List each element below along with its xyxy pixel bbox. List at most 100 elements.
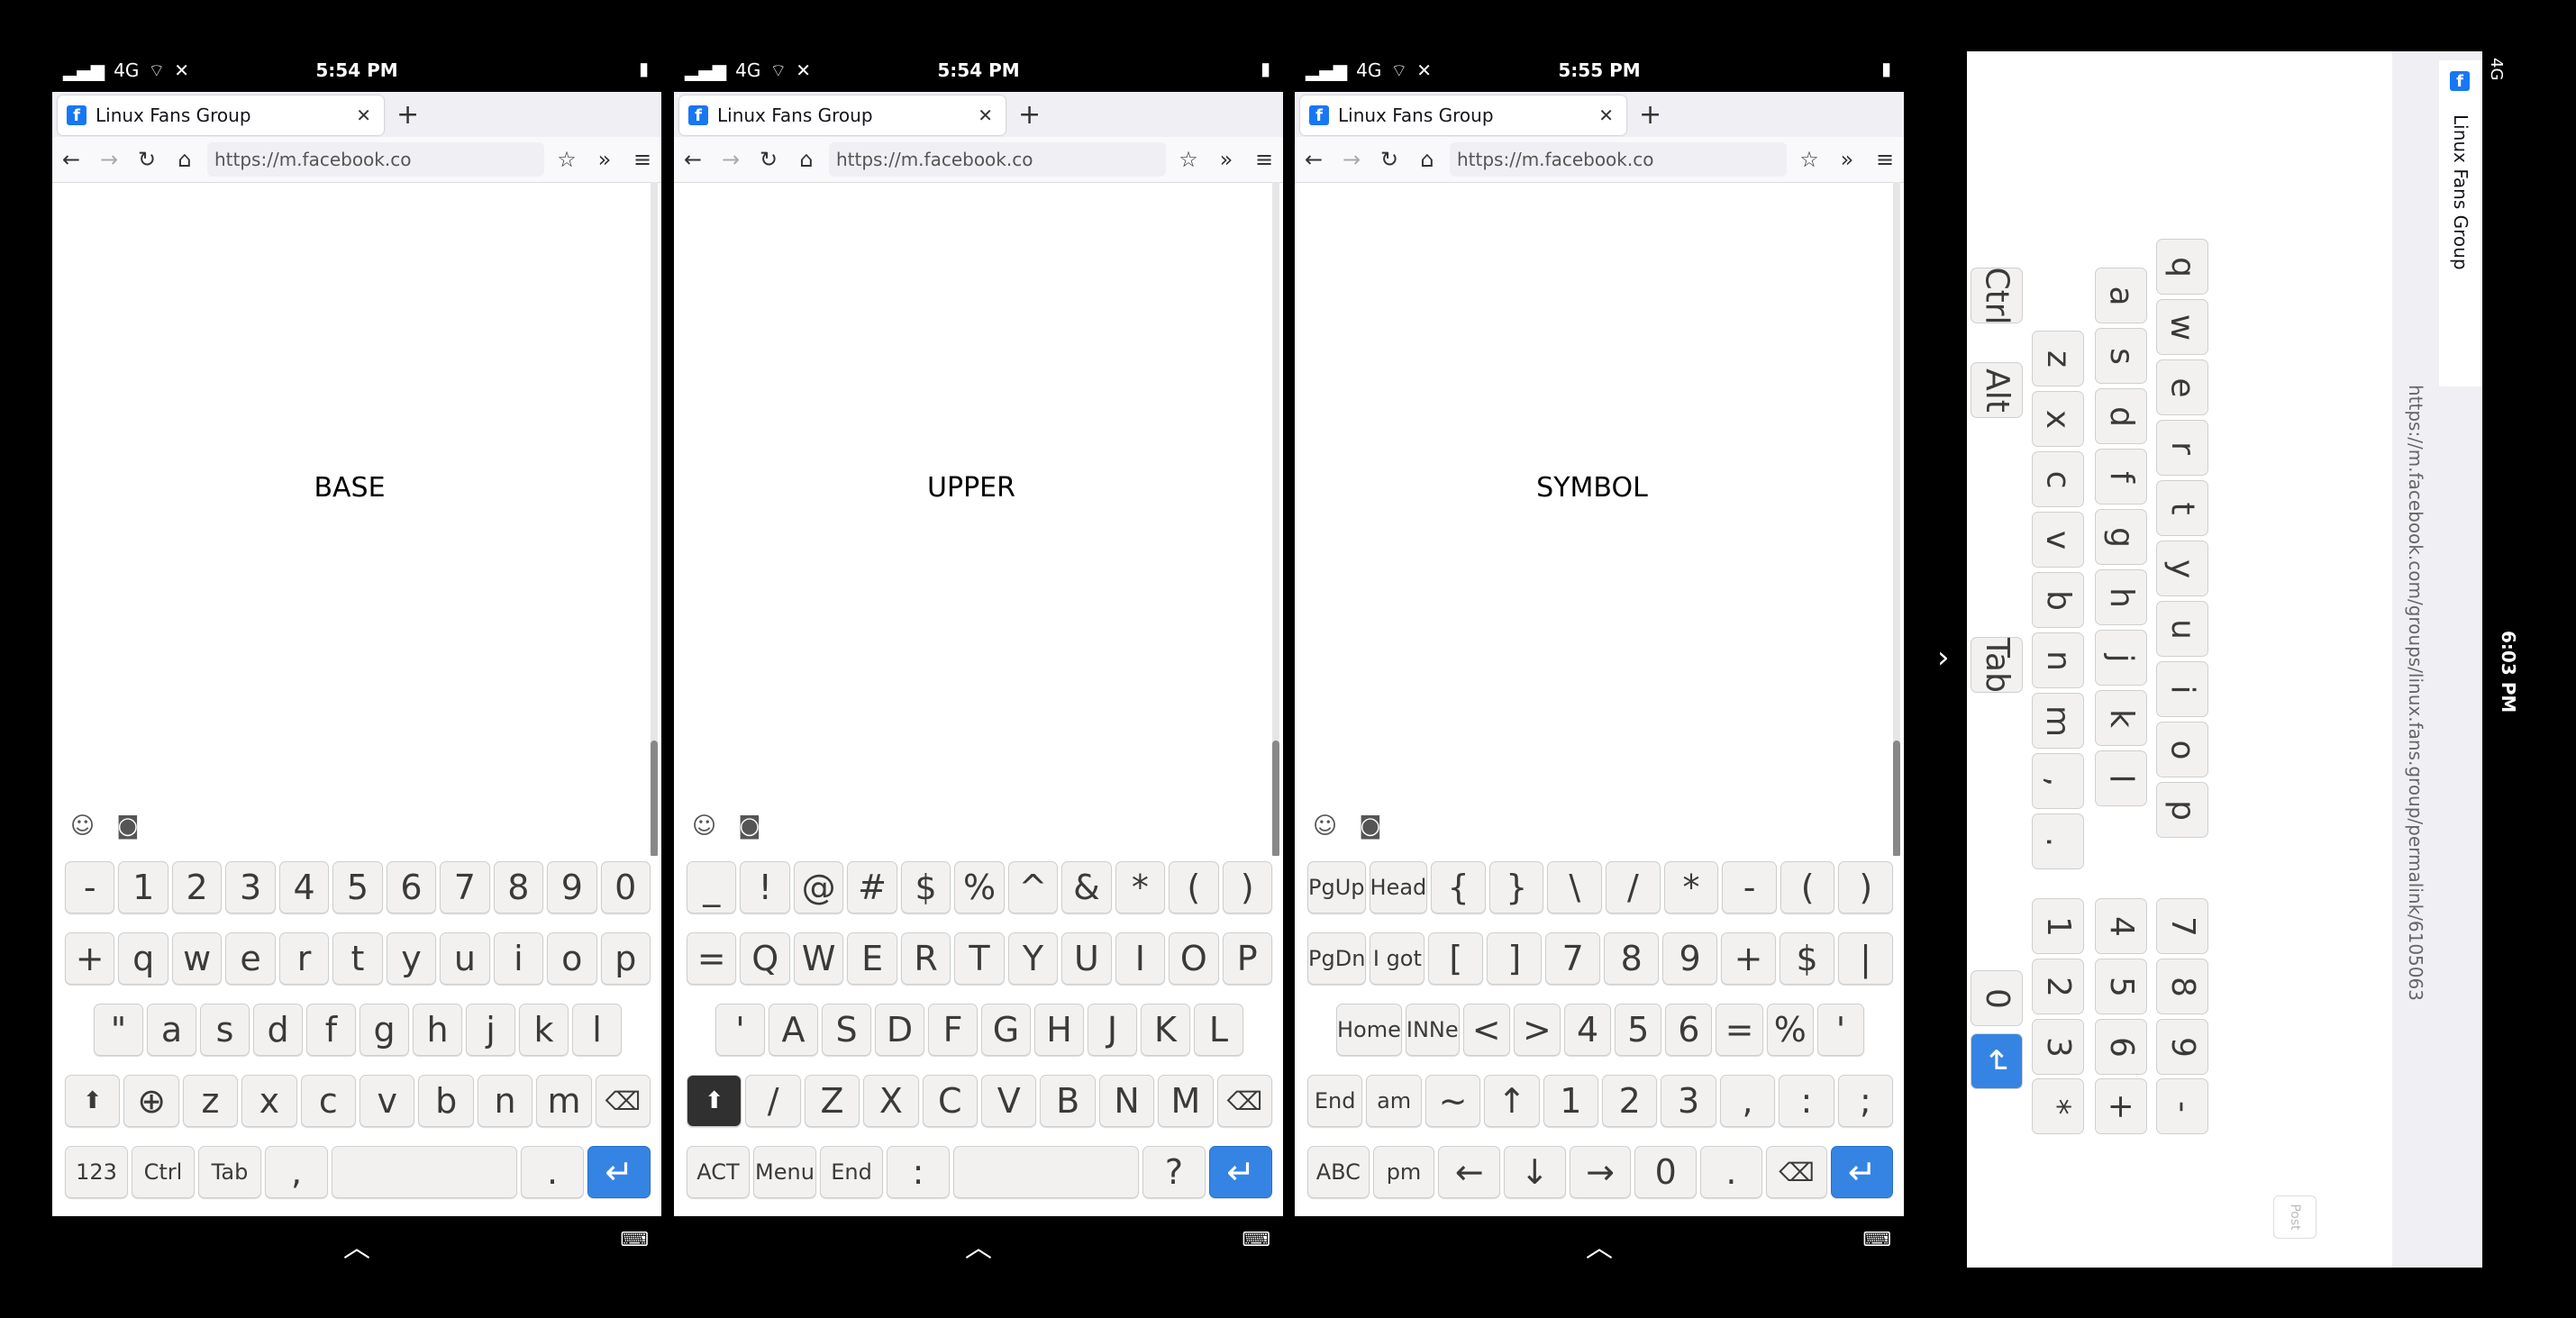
- key-3[interactable]: 3: [1661, 1075, 1716, 1127]
- bookmark-star-icon[interactable]: ☆: [548, 147, 586, 172]
- forward-icon[interactable]: →: [1333, 147, 1370, 172]
- key-([interactable]: (: [1780, 861, 1835, 914]
- key--[interactable]: -: [1722, 861, 1777, 914]
- key-I[interactable]: I: [1115, 932, 1166, 985]
- key-E[interactable]: E: [847, 932, 897, 985]
- key-'[interactable]: ': [1816, 1004, 1864, 1056]
- key-.[interactable]: .: [1700, 1146, 1762, 1198]
- key-l[interactable]: l: [572, 1004, 622, 1056]
- key-/[interactable]: /: [1606, 861, 1661, 914]
- key-j[interactable]: j: [466, 1004, 515, 1056]
- key-{[interactable]: {: [1431, 861, 1486, 914]
- shift-key[interactable]: ⬆: [687, 1075, 742, 1127]
- rotated-key-a[interactable]: a: [2095, 268, 2147, 323]
- key-1[interactable]: 1: [118, 861, 168, 914]
- rotated-key-i[interactable]: i: [2156, 661, 2208, 717]
- key-:[interactable]: :: [887, 1146, 950, 1198]
- key-)[interactable]: ): [1838, 861, 1894, 914]
- key-$[interactable]: $: [1780, 932, 1835, 985]
- key-x[interactable]: x: [241, 1075, 297, 1127]
- camera-icon[interactable]: ◙: [738, 813, 760, 840]
- key-k[interactable]: k: [519, 1004, 569, 1056]
- key-'[interactable]: ': [715, 1004, 765, 1056]
- key-Z[interactable]: Z: [804, 1075, 860, 1127]
- rotated-key-3[interactable]: 3: [2032, 1019, 2084, 1075]
- key-z[interactable]: z: [182, 1075, 239, 1127]
- rotated-key-u[interactable]: u: [2156, 601, 2208, 657]
- key-B[interactable]: B: [1040, 1075, 1096, 1127]
- url-bar[interactable]: https://m.facebook.co: [207, 142, 544, 177]
- rotated-key-z[interactable]: z: [2032, 331, 2084, 386]
- key-←[interactable]: ←: [1438, 1146, 1501, 1198]
- emoji-icon[interactable]: ☺: [1313, 813, 1337, 840]
- key-&[interactable]: &: [1061, 861, 1112, 914]
- key-ACT[interactable]: ACT: [687, 1146, 750, 1198]
- key-End[interactable]: End: [1307, 1075, 1363, 1127]
- key-M[interactable]: M: [1158, 1075, 1214, 1127]
- rotated-key-c[interactable]: c: [2032, 451, 2084, 507]
- key-w[interactable]: w: [171, 932, 223, 985]
- rotated-key-7[interactable]: 7: [2156, 898, 2208, 954]
- rotated-key-d[interactable]: d: [2095, 388, 2147, 444]
- new-tab-icon[interactable]: +: [1018, 99, 1041, 131]
- key-n[interactable]: n: [477, 1075, 533, 1127]
- key-Tab[interactable]: Tab: [198, 1146, 261, 1198]
- camera-icon[interactable]: ◙: [1359, 813, 1381, 840]
- rotated-key-s[interactable]: s: [2095, 328, 2147, 384]
- backspace-key[interactable]: ⌫: [595, 1075, 651, 1127]
- rotated-key-9[interactable]: 9: [2156, 1019, 2208, 1075]
- key-=[interactable]: =: [687, 932, 737, 985]
- key-t[interactable]: t: [332, 932, 383, 985]
- overflow-chevron-icon[interactable]: »: [586, 147, 624, 172]
- key-~[interactable]: ~: [1425, 1075, 1481, 1127]
- key-I got[interactable]: I got: [1370, 932, 1425, 985]
- key-g[interactable]: g: [360, 1004, 409, 1056]
- key-G[interactable]: G: [981, 1004, 1031, 1056]
- key-d[interactable]: d: [253, 1004, 303, 1056]
- url-bar[interactable]: https://m.facebook.co: [1450, 142, 1787, 177]
- rotated-key-1[interactable]: 1: [2032, 898, 2084, 954]
- key-K[interactable]: K: [1141, 1004, 1190, 1056]
- forward-icon[interactable]: →: [90, 147, 128, 172]
- key-8[interactable]: 8: [1604, 932, 1660, 985]
- key-h[interactable]: h: [413, 1004, 462, 1056]
- key->[interactable]: >: [1513, 1004, 1561, 1056]
- key-pm[interactable]: pm: [1372, 1146, 1435, 1198]
- rotated-key-Ctrl[interactable]: Ctrl: [1971, 267, 2023, 324]
- key-R[interactable]: R: [900, 932, 951, 985]
- key-PgUp[interactable]: PgUp: [1307, 861, 1366, 914]
- key-5[interactable]: 5: [332, 861, 383, 914]
- key-→[interactable]: →: [1569, 1146, 1632, 1198]
- rotated-key-g[interactable]: g: [2095, 509, 2147, 565]
- rotated-key-5[interactable]: 5: [2095, 959, 2147, 1014]
- home-icon[interactable]: ⌂: [787, 147, 825, 172]
- key-c[interactable]: c: [300, 1075, 357, 1127]
- backspace-key[interactable]: ⌫: [1216, 1075, 1273, 1127]
- rotated-key-f[interactable]: f: [2095, 449, 2147, 504]
- rotated-key-4[interactable]: 4: [2095, 898, 2147, 954]
- key-*[interactable]: *: [1115, 861, 1166, 914]
- key-P[interactable]: P: [1222, 932, 1272, 985]
- rotated-key-l[interactable]: l: [2095, 750, 2147, 806]
- key-.[interactable]: .: [521, 1146, 584, 1198]
- key-%[interactable]: %: [1766, 1004, 1814, 1056]
- key-%[interactable]: %: [954, 861, 1005, 914]
- key-+[interactable]: +: [1721, 932, 1777, 985]
- key-p[interactable]: p: [600, 932, 651, 985]
- key-Home[interactable]: Home: [1336, 1004, 1402, 1056]
- key-L[interactable]: L: [1194, 1004, 1243, 1056]
- key-;[interactable]: ;: [1837, 1075, 1894, 1127]
- back-icon[interactable]: ←: [52, 147, 90, 172]
- new-tab-icon[interactable]: +: [1639, 99, 1661, 131]
- rotated-key-,[interactable]: ,: [2032, 753, 2084, 809]
- globe-key[interactable]: ⊕: [123, 1075, 179, 1127]
- reload-icon[interactable]: ↻: [750, 147, 787, 172]
- backspace-key[interactable]: ⌫: [1765, 1146, 1828, 1198]
- rotated-key-*[interactable]: *: [2032, 1078, 2084, 1134]
- key-4[interactable]: 4: [1563, 1004, 1612, 1056]
- key-9[interactable]: 9: [1662, 932, 1718, 985]
- key-@[interactable]: @: [793, 861, 844, 914]
- overflow-chevron-icon[interactable]: »: [1207, 147, 1245, 172]
- rotated-key-j[interactable]: j: [2095, 630, 2147, 686]
- rotated-key-↵[interactable]: ↵: [1971, 1033, 2023, 1089]
